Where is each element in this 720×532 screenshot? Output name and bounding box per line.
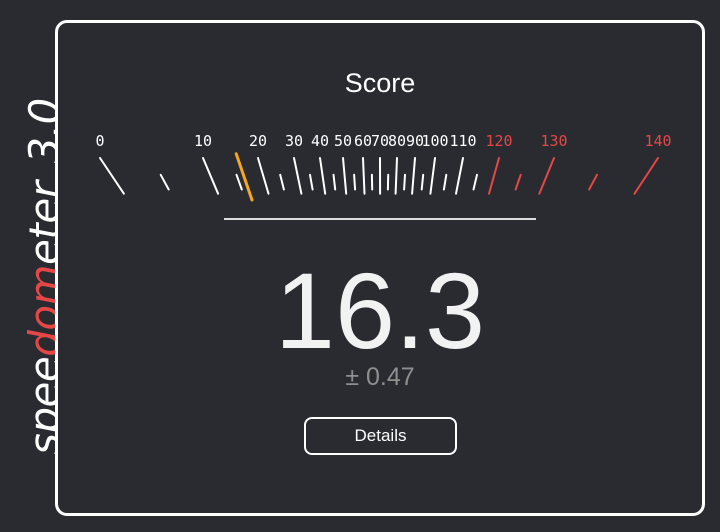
gauge-needle — [234, 152, 254, 202]
gauge-minor-tick — [353, 173, 357, 191]
gauge-minor-tick — [588, 173, 598, 191]
gauge-tick-label: 80 — [388, 132, 406, 150]
gauge-major-tick — [362, 157, 366, 195]
gauge-major-tick — [342, 157, 348, 195]
gauge-tick-label: 0 — [95, 132, 104, 150]
gauge-minor-tick — [403, 173, 406, 191]
gauge-tick-label: 20 — [249, 132, 267, 150]
score-error-margin: ± 0.47 — [345, 363, 415, 391]
gauge-major-tick — [319, 157, 327, 195]
gauge-minor-tick — [235, 173, 243, 191]
gauge-tick-label: 130 — [540, 132, 567, 150]
gauge-major-tick — [411, 157, 416, 195]
gauge-major-tick — [455, 157, 464, 195]
score-value: 16.3 — [274, 250, 486, 371]
gauge-minor-tick — [472, 173, 478, 191]
gauge-minor-tick — [514, 173, 522, 191]
gauge-major-tick — [99, 157, 125, 195]
app-root: speedometer3.0 Score 0 10 20 30 40 50 60 70 80 90… — [0, 0, 720, 532]
divider-line — [224, 218, 536, 220]
gauge-tick-label: 50 — [334, 132, 352, 150]
gauge-tick-label: 110 — [449, 132, 476, 150]
score-gauge: 0 10 20 30 40 50 607080 90100 110 120 130 140 — [95, 132, 672, 202]
gauge-tick-label: 30 — [285, 132, 303, 150]
panel-title: Score — [344, 68, 416, 98]
gauge-minor-tick — [159, 173, 170, 191]
gauge-major-tick — [202, 157, 220, 195]
gauge-tick-label: 140 — [644, 132, 671, 150]
gauge-minor-tick — [279, 173, 285, 191]
gauge-tick-label: 70 — [371, 132, 389, 150]
gauge-major-tick — [633, 157, 659, 195]
gauge-major-tick — [488, 157, 500, 195]
gauge-tick-label: 120 — [485, 132, 512, 150]
gauge-major-tick — [538, 157, 555, 195]
gauge-tick-label: 40 — [311, 132, 329, 150]
score-panel: Score 0 10 20 30 40 50 60 70 80 90 100 110 120 130 140… — [55, 20, 705, 516]
gauge-major-tick — [429, 157, 436, 195]
gauge-tick-label: 10 — [194, 132, 212, 150]
gauge-minor-tick — [332, 173, 337, 191]
gauge-minor-tick — [420, 173, 425, 191]
gauge-tick-label: 100 — [421, 132, 448, 150]
gauge-minor-tick — [309, 173, 314, 191]
details-button[interactable]: Details — [304, 417, 457, 455]
gauge-major-tick — [293, 157, 303, 195]
gauge-major-tick — [257, 157, 270, 195]
gauge-tick-label: 60 — [354, 132, 372, 150]
gauge-minor-tick — [442, 173, 448, 191]
gauge-major-tick — [394, 157, 398, 195]
